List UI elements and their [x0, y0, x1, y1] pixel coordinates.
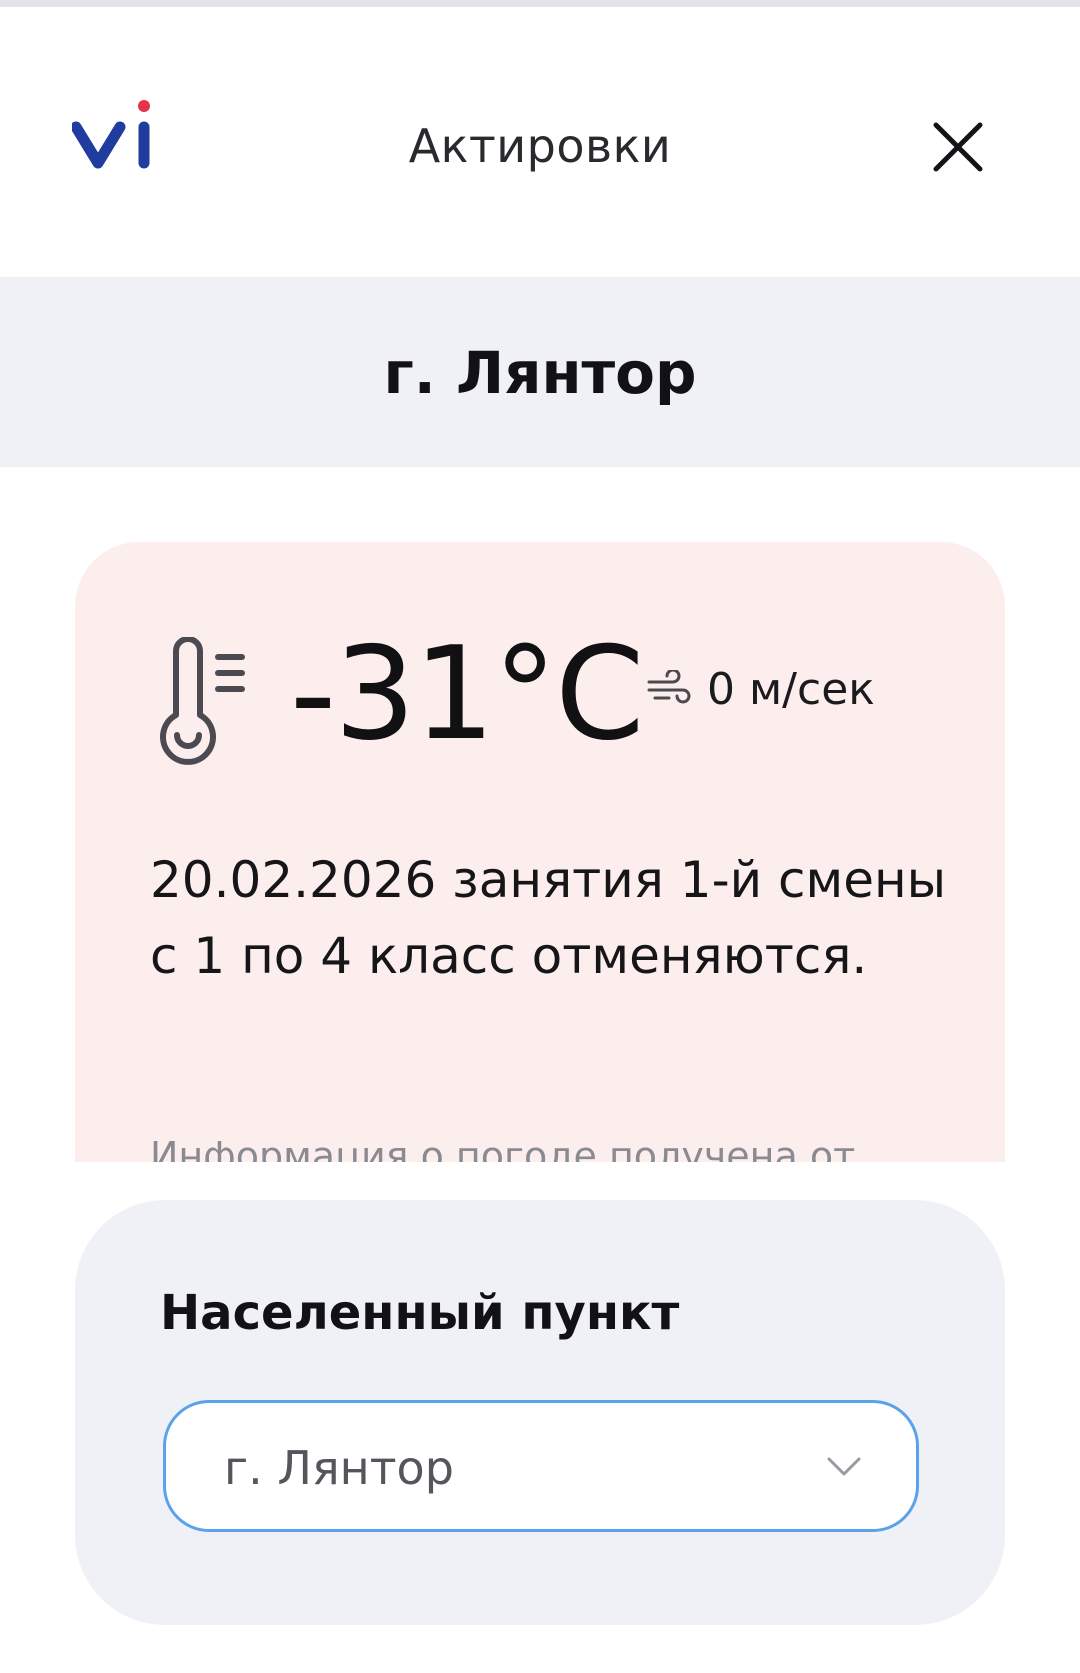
- cancellation-message: 20.02.2026 занятия 1-й смены с 1 по 4 кл…: [150, 851, 947, 985]
- top-strip: [0, 0, 1080, 7]
- thermometer-icon: [160, 637, 245, 765]
- city-title: г. Лянтор: [383, 339, 697, 407]
- settlement-select-value: г. Лянтор: [224, 1441, 454, 1495]
- page: Актировки г. Лянтор -31°C 0 м/сек 20.02.…: [0, 0, 1080, 1673]
- wind-icon: [647, 670, 691, 704]
- weather-source-note: Информация о погоде получена от: [150, 1134, 856, 1162]
- header: Актировки: [0, 7, 1080, 277]
- wind-speed: 0 м/сек: [707, 664, 875, 715]
- city-banner: г. Лянтор: [0, 277, 1080, 467]
- weather-card: -31°C 0 м/сек 20.02.2026 занятия 1-й сме…: [75, 542, 1005, 1162]
- close-icon[interactable]: [930, 119, 986, 175]
- temperature-value: -31°C: [290, 620, 644, 769]
- chevron-down-icon: [827, 1457, 861, 1476]
- settlement-select[interactable]: г. Лянтор: [163, 1400, 919, 1532]
- page-title: Актировки: [408, 119, 672, 173]
- settlement-label: Населенный пункт: [160, 1285, 680, 1341]
- settlement-card: Населенный пункт г. Лянтор: [75, 1200, 1005, 1625]
